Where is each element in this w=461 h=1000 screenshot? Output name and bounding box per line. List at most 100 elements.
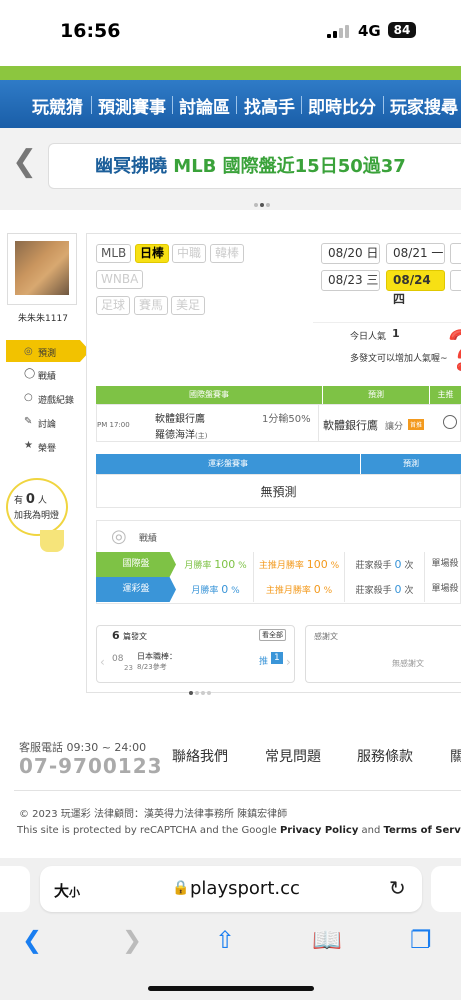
chevron-left-icon[interactable]: ❮ [12,144,37,179]
date-next-2[interactable] [450,270,461,291]
stats-title: 戰績 [139,534,158,544]
stats-row-label: 國際盤 [96,552,176,577]
stats-killer: 莊家殺手 0 次 [345,552,425,577]
intl-header: 國際盤賽事 [96,386,322,404]
home-indicator [148,986,314,991]
date-0823[interactable]: 08/23 三 [321,270,380,291]
first-pick-badge: 首推 [408,419,425,430]
forward-icon: ❯ [122,926,143,954]
captcha-notice: This site is protected by reCAPTCHA and … [17,825,461,836]
popularity-hint: 多發文可以增加人氣喔~ [350,354,448,364]
footer-link-contact[interactable]: 聯絡我們 [172,746,228,766]
post-title[interactable]: 日本職棒： [137,651,177,662]
menu-item-predict[interactable]: 預測 [38,346,56,359]
tabs-icon[interactable]: ❐ [410,926,432,954]
nav-item-player-search[interactable]: 玩家搜尋 [390,93,458,118]
league-tag-cpbl: 中職 [172,244,207,263]
nav-item-live-score[interactable]: 即時比分 [308,93,376,118]
stats-main-win: 主推月勝率 100 % [254,552,345,577]
nav-item-forum[interactable]: 討論區 [179,93,230,118]
intl-main-header: 主推 [430,386,461,404]
status-time: 16:56 [60,20,121,42]
chat-bubble-icon: ❓ [438,328,461,373]
league-tag-kbo: 韓棒 [210,244,245,263]
nav-item-guess[interactable]: 玩競猜 [32,93,83,118]
stats-row-label: 運彩盤 [96,577,176,602]
thanks-empty: 無感謝文 [392,659,424,668]
user-name: 朱朱朱1117 [18,314,68,324]
menu-item-game-log[interactable]: 遊戲紀錄 [38,393,74,406]
text-size-button[interactable]: 大小 [54,880,80,901]
footer-link-terms[interactable]: 服務條款 [357,746,413,766]
chevron-left-icon[interactable]: ‹ [100,655,105,669]
expert-banner[interactable]: 幽冥拂曉 MLB 國際盤近15日50過37 [48,143,461,189]
main-pick-radio[interactable] [443,415,457,429]
copyright: © 2023 玩運彩 法律顧問：漢英得力法律事務所 陳鎮宏律師 [19,809,288,820]
nav-item-experts[interactable]: 找高手 [244,93,295,118]
share-icon[interactable]: ⇧ [215,926,235,954]
reload-icon[interactable]: ↻ [389,876,406,900]
date-0820[interactable]: 08/20 日 [321,243,380,264]
handicap-line: 1分輸50% [262,414,311,425]
battery-icon: 84 [388,22,416,38]
service-phone[interactable]: 07-9700123 [19,754,163,778]
post-month: 08 [112,654,124,664]
popularity-label: 今日人氣 [350,332,387,342]
game-time: PM 17:00 [97,421,130,429]
url-text[interactable]: playsport.cc [190,878,300,899]
date-next[interactable] [450,243,461,264]
prev-tab-peek[interactable] [0,866,30,912]
stats-row-intl: 國際盤 月勝率 100 % 主推月勝率 100 % 莊家殺手 0 次 單場殺 [96,552,461,577]
menu-item-honor[interactable]: 榮譽 [38,441,56,454]
chevron-right-icon[interactable]: › [286,655,291,669]
view-all-button[interactable]: 看全部 [259,629,286,641]
stats-main-win: 主推月勝率 0 % [254,577,345,602]
privacy-policy-link[interactable]: Privacy Policy [280,825,358,836]
edit-icon: ✎ [24,416,33,427]
fans-badge[interactable] [6,478,68,536]
thanks-title: 感謝文 [314,632,338,641]
stats-single: 單場殺 [431,584,459,594]
next-tab-peek[interactable] [431,866,461,912]
service-hours: 客服電話 09:30 ~ 24:00 [19,741,147,754]
target-icon-stats: ◎ [111,526,127,547]
league-tag-horse: 賽馬 [134,296,169,315]
sport-empty: 無預測 [96,474,461,508]
team-home: 軟體銀行鷹 [155,414,205,425]
back-icon[interactable]: ❮ [22,926,42,954]
menu-item-discuss[interactable]: 討論 [38,417,56,430]
footer-divider [14,790,461,791]
banner-expert-name: 幽冥拂曉 [95,156,167,177]
award-icon: ★ [24,440,33,451]
footer-link-faq[interactable]: 常見問題 [265,746,321,766]
league-tag-mlb[interactable]: MLB [96,244,132,263]
fans-count-line: 有 0 人 [14,492,47,507]
league-tag-soccer: 足球 [96,296,131,315]
banner-record: MLB 國際盤近15日50過37 [173,156,406,177]
nav-item-predict[interactable]: 預測賽事 [98,93,166,118]
signal-icon [327,24,351,38]
footer-link-more[interactable]: 關 [450,746,461,766]
network-label: 4G [358,22,381,40]
stats-row-sport: 運彩盤 月勝率 0 % 主推月勝率 0 % 莊家殺手 0 次 單場殺 [96,577,461,602]
avatar[interactable] [15,241,69,295]
league-tag-npb[interactable]: 日棒 [135,244,170,263]
date-0824[interactable]: 08/24 四 [386,270,445,306]
intl-pick-header: 預測 [323,386,429,404]
push-label: 推 [259,657,269,667]
top-accent-bar [0,66,461,80]
fans-count: 0 [25,492,35,507]
posts-dots [188,680,212,699]
bookmarks-icon[interactable]: 📖 [312,926,342,954]
stats-killer: 莊家殺手 0 次 [345,577,425,602]
menu-item-record[interactable]: 戰績 [38,369,56,382]
pick-team: 軟體銀行鷹 [323,419,378,432]
league-tag-nfl: 美足 [171,296,206,315]
stats-month-win: 月勝率 100 % [178,552,254,577]
sport-pick-header: 預測 [361,454,461,474]
terms-link[interactable]: Terms of Service [384,825,461,836]
date-0821[interactable]: 08/21 一 [386,243,445,264]
posts-title: 篇發文 [123,632,147,641]
sport-header: 運彩盤賽事 [96,454,360,474]
post-subtitle: 8/23參考 [137,663,167,671]
